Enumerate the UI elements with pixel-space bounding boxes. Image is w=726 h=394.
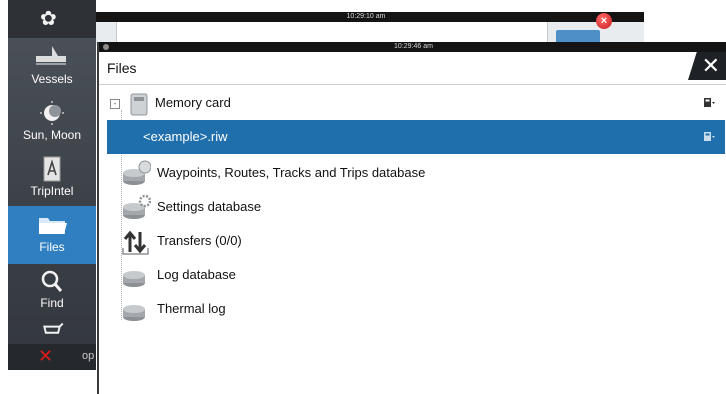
- cart-icon: [43, 322, 64, 334]
- row-menu-icon[interactable]: [704, 97, 715, 109]
- dialog-status-bar: 10:29:46 am: [99, 42, 726, 52]
- status-time: 10:29:46 am: [394, 43, 433, 50]
- status-dot-icon: [103, 44, 109, 50]
- files-dialog: 10:29:46 am Files ✕ - Memory card <examp…: [97, 42, 726, 394]
- sun-moon-icon: [40, 101, 64, 125]
- back-window-close-button[interactable]: ×: [596, 13, 612, 29]
- tree-row-label: Waypoints, Routes, Tracks and Trips data…: [157, 165, 426, 180]
- collapse-toggle[interactable]: -: [110, 99, 120, 109]
- sidebar-item-label: Find: [40, 296, 64, 310]
- close-icon[interactable]: ✕: [38, 346, 53, 367]
- sidebar: ✿ Vessels Sun, Moon TripIntel Files Find…: [8, 0, 96, 370]
- sidebar-item-label: Sun, Moon: [22, 128, 82, 142]
- sidebar-bottom-label: op: [82, 350, 95, 362]
- sidebar-item-sun-moon[interactable]: Sun, Moon: [8, 94, 96, 152]
- sidebar-settings-button[interactable]: ✿: [8, 0, 96, 38]
- database-icon: [123, 305, 145, 321]
- tree-row-label: Settings database: [157, 199, 262, 214]
- tree-row-label: <example>.riw: [143, 129, 228, 144]
- sidebar-item-find[interactable]: Find: [8, 262, 96, 320]
- row-menu-icon[interactable]: [704, 131, 715, 143]
- transfers-icon: [122, 230, 149, 255]
- database-waypoints-icon: [123, 160, 151, 185]
- sidebar-item-vessels[interactable]: Vessels: [8, 38, 96, 96]
- tree-row-transfers[interactable]: Transfers (0/0): [107, 224, 725, 258]
- page-title: Files: [107, 60, 137, 76]
- tree-row-label: Thermal log: [157, 301, 226, 316]
- database-icon: [123, 271, 145, 287]
- dialog-close-button[interactable]: ✕: [688, 52, 726, 80]
- tree-row-label: Transfers (0/0): [157, 233, 242, 248]
- sidebar-item-files[interactable]: Files: [8, 206, 96, 264]
- database-settings-icon: [123, 194, 151, 219]
- sidebar-item-tripintel[interactable]: TripIntel: [8, 150, 96, 208]
- sidebar-item-label: TripIntel: [30, 184, 74, 198]
- sidebar-item-shop[interactable]: [8, 318, 96, 344]
- magnifier-icon: [41, 270, 63, 292]
- sidebar-bottom-bar: ✕ op: [8, 344, 96, 370]
- gear-icon: ✿: [40, 8, 57, 30]
- folder-icon: [39, 218, 67, 234]
- tripintel-icon: [43, 156, 61, 182]
- back-window-content: [116, 22, 548, 42]
- tree-row-waypoints-database[interactable]: Waypoints, Routes, Tracks and Trips data…: [107, 156, 725, 190]
- tree-row-label: Log database: [157, 267, 236, 282]
- tree-row-log-database[interactable]: Log database: [107, 258, 725, 292]
- tree-row-settings-database[interactable]: Settings database: [107, 190, 725, 224]
- tree-row-file[interactable]: <example>.riw: [107, 120, 725, 154]
- dialog-header: Files ✕: [99, 52, 726, 85]
- tree-row-label: Memory card: [155, 95, 231, 110]
- sidebar-item-label: Files: [39, 240, 65, 254]
- vessels-icon: [36, 46, 66, 65]
- memory-card-icon: [130, 93, 148, 116]
- back-window-status-bar: 10:29:10 am: [88, 12, 644, 22]
- sidebar-item-label: Vessels: [31, 72, 73, 86]
- tree-row-memory-card[interactable]: - Memory card: [107, 86, 725, 120]
- tree-row-thermal-log[interactable]: Thermal log: [107, 292, 725, 326]
